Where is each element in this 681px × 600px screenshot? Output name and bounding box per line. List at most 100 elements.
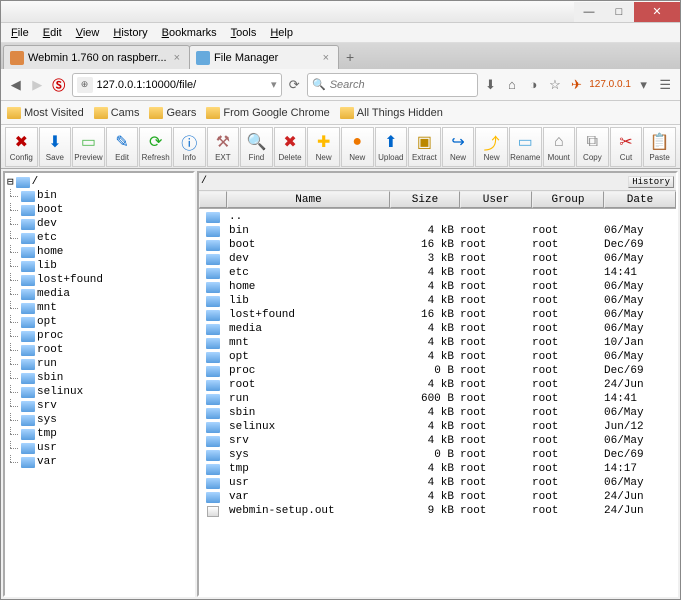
tool-paste-button[interactable]: 📋Paste xyxy=(643,127,676,167)
tree-node[interactable]: srv xyxy=(7,399,191,413)
site-identity-icon[interactable]: ⊕ xyxy=(77,77,93,93)
downloads-button[interactable]: ⬇ xyxy=(482,73,500,97)
col-name[interactable]: Name xyxy=(227,191,390,208)
file-row[interactable]: mnt4 kBrootroot10/Jan xyxy=(199,336,676,350)
collapse-icon[interactable]: ⊟ xyxy=(7,175,14,189)
window-minimize-button[interactable]: — xyxy=(574,2,604,22)
noscript-button[interactable]: Ⓢ xyxy=(50,73,68,97)
home-button[interactable]: ⌂ xyxy=(503,73,521,97)
tool-new-button[interactable]: ●New xyxy=(341,127,374,167)
location-icon[interactable]: ✈ xyxy=(568,73,586,97)
bookmarks-menu-button[interactable]: ▾ xyxy=(635,73,653,97)
file-row[interactable]: home4 kBrootroot06/May xyxy=(199,280,676,294)
search-bar[interactable]: 🔍 xyxy=(307,73,478,97)
tool-new-button[interactable]: ↪New xyxy=(442,127,475,167)
tool-extract-button[interactable]: ▣Extract xyxy=(408,127,441,167)
tool-cut-button[interactable]: ✂Cut xyxy=(610,127,643,167)
tool-info-button[interactable]: ⓘInfo xyxy=(173,127,206,167)
bookmark-item[interactable]: Cams xyxy=(94,107,140,119)
file-list[interactable]: ..bin4 kBrootroot06/Mayboot16 kBrootroot… xyxy=(199,209,676,595)
history-button[interactable]: History xyxy=(628,176,674,188)
file-row[interactable]: media4 kBrootroot06/May xyxy=(199,322,676,336)
tree-node[interactable]: opt xyxy=(7,315,191,329)
tool-edit-button[interactable]: ✎Edit xyxy=(106,127,139,167)
browser-tab[interactable]: Webmin 1.760 on raspberr...× xyxy=(3,45,190,69)
bookmark-star-button[interactable]: ☆ xyxy=(546,73,564,97)
browser-tab[interactable]: File Manager× xyxy=(189,45,339,69)
file-row[interactable]: root4 kBrootroot24/Jun xyxy=(199,378,676,392)
tree-node[interactable]: media xyxy=(7,287,191,301)
tree-node[interactable]: run xyxy=(7,357,191,371)
file-row[interactable]: srv4 kBrootroot06/May xyxy=(199,434,676,448)
tool-save-button[interactable]: ⬇Save xyxy=(39,127,72,167)
menu-view[interactable]: View xyxy=(70,25,106,41)
tool-upload-button[interactable]: ⬆Upload xyxy=(375,127,408,167)
file-row[interactable]: selinux4 kBrootrootJun/12 xyxy=(199,420,676,434)
new-tab-button[interactable]: + xyxy=(338,45,362,69)
tree-root[interactable]: ⊟/ xyxy=(7,175,191,189)
tree-node[interactable]: bin xyxy=(7,189,191,203)
back-button[interactable]: ◀ xyxy=(7,73,25,97)
file-row[interactable]: usr4 kBrootroot06/May xyxy=(199,476,676,490)
file-row[interactable]: tmp4 kBrootroot14:17 xyxy=(199,462,676,476)
file-row[interactable]: bin4 kBrootroot06/May xyxy=(199,224,676,238)
tree-node[interactable]: proc xyxy=(7,329,191,343)
file-row[interactable]: sbin4 kBrootroot06/May xyxy=(199,406,676,420)
tree-node[interactable]: sys xyxy=(7,413,191,427)
menu-file[interactable]: File xyxy=(5,25,35,41)
file-row[interactable]: boot16 kBrootrootDec/69 xyxy=(199,238,676,252)
tool-new-button[interactable]: ⤴New xyxy=(475,127,508,167)
tab-close-icon[interactable]: × xyxy=(320,52,332,64)
file-row[interactable]: etc4 kBrootroot14:41 xyxy=(199,266,676,280)
bookmark-item[interactable]: From Google Chrome xyxy=(206,107,329,119)
bookmark-item[interactable]: All Things Hidden xyxy=(340,107,443,119)
parent-dir-row[interactable]: .. xyxy=(199,210,676,224)
tool-ext-button[interactable]: ⚒EXT xyxy=(207,127,240,167)
folder-tree-pane[interactable]: ⊟/binbootdevetchomeliblost+foundmediamnt… xyxy=(3,171,195,597)
menu-tools[interactable]: Tools xyxy=(225,25,263,41)
search-input[interactable] xyxy=(330,79,473,91)
menu-edit[interactable]: Edit xyxy=(37,25,68,41)
col-icon[interactable] xyxy=(199,191,227,208)
forward-button[interactable]: ▶ xyxy=(29,73,47,97)
tree-node[interactable]: selinux xyxy=(7,385,191,399)
file-row[interactable]: dev3 kBrootroot06/May xyxy=(199,252,676,266)
file-row[interactable]: lost+found16 kBrootroot06/May xyxy=(199,308,676,322)
tab-close-icon[interactable]: × xyxy=(171,52,183,64)
tree-node[interactable]: boot xyxy=(7,203,191,217)
menu-bookmarks[interactable]: Bookmarks xyxy=(156,25,223,41)
sync-button[interactable]: ◑ xyxy=(525,73,543,97)
col-user[interactable]: User xyxy=(460,191,532,208)
reload-button[interactable]: ⟳ xyxy=(286,73,304,97)
tool-delete-button[interactable]: ✖Delete xyxy=(274,127,307,167)
file-row[interactable]: proc0 BrootrootDec/69 xyxy=(199,364,676,378)
tool-new-button[interactable]: ✚New xyxy=(307,127,340,167)
window-maximize-button[interactable]: □ xyxy=(604,2,634,22)
tool-refresh-button[interactable]: ⟳Refresh xyxy=(139,127,172,167)
tree-node[interactable]: dev xyxy=(7,217,191,231)
dropdown-icon[interactable]: ▾ xyxy=(271,78,277,91)
hamburger-menu-button[interactable]: ☰ xyxy=(656,73,674,97)
col-group[interactable]: Group xyxy=(532,191,604,208)
tree-node[interactable]: lost+found xyxy=(7,273,191,287)
tool-find-button[interactable]: 🔍Find xyxy=(240,127,273,167)
file-row[interactable]: run600 Brootroot14:41 xyxy=(199,392,676,406)
bookmark-item[interactable]: Most Visited xyxy=(7,107,84,119)
file-row[interactable]: opt4 kBrootroot06/May xyxy=(199,350,676,364)
menu-help[interactable]: Help xyxy=(264,25,299,41)
tree-node[interactable]: root xyxy=(7,343,191,357)
tool-mount-button[interactable]: ⌂Mount xyxy=(543,127,576,167)
tool-preview-button[interactable]: ▭Preview xyxy=(72,127,105,167)
bookmark-item[interactable]: Gears xyxy=(149,107,196,119)
tree-node[interactable]: var xyxy=(7,455,191,469)
file-row[interactable]: sys0 BrootrootDec/69 xyxy=(199,448,676,462)
tool-copy-button[interactable]: ⧉Copy xyxy=(576,127,609,167)
tree-node[interactable]: usr xyxy=(7,441,191,455)
url-bar[interactable]: ⊕ 127.0.0.1:10000/file/ ▾ xyxy=(72,73,282,97)
tree-node[interactable]: mnt xyxy=(7,301,191,315)
tree-node[interactable]: sbin xyxy=(7,371,191,385)
file-row[interactable]: lib4 kBrootroot06/May xyxy=(199,294,676,308)
col-date[interactable]: Date xyxy=(604,191,676,208)
file-row[interactable]: var4 kBrootroot24/Jun xyxy=(199,490,676,504)
tree-node[interactable]: tmp xyxy=(7,427,191,441)
